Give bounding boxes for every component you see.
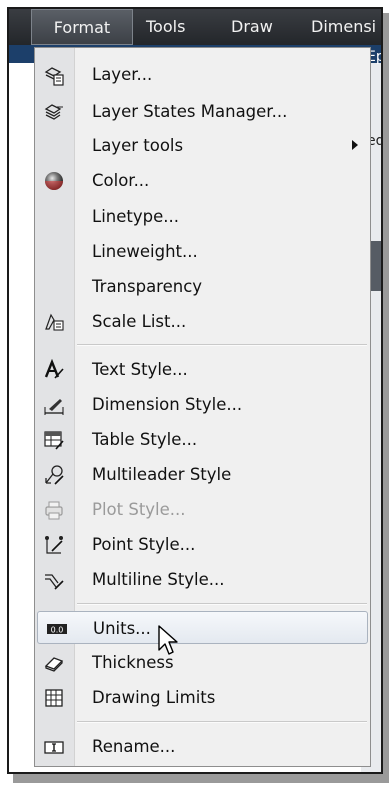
- menu-item-text-style[interactable]: Text Style...: [35, 353, 370, 386]
- menu-item-label: Scale List...: [92, 312, 187, 331]
- menu-item-layer[interactable]: Layer...: [35, 58, 370, 91]
- screenshot-frame: Format Tools Draw Dimensi Ep ed Layer...: [7, 7, 383, 774]
- menu-item-scale-list[interactable]: Scale List...: [35, 305, 370, 338]
- color-icon: [45, 172, 63, 190]
- menubar-tools[interactable]: Tools: [146, 9, 185, 45]
- menu-item-table-style[interactable]: Table Style...: [35, 423, 370, 456]
- dimension-style-icon: [44, 399, 64, 415]
- menu-item-rename[interactable]: Rename...: [35, 730, 370, 763]
- multiline-style-icon: [45, 574, 64, 590]
- layer-properties-icon: [44, 67, 64, 86]
- mouse-cursor-icon: [158, 625, 178, 655]
- menu-item-label: Lineweight...: [92, 242, 198, 261]
- scale-list-icon: [45, 313, 64, 331]
- point-style-icon: [45, 536, 63, 554]
- menu-item-label: Color...: [92, 171, 150, 190]
- menu-item-label: Point Style...: [92, 535, 196, 554]
- format-dropdown-menu: Layer... Layer States Manager... Layer t…: [34, 47, 371, 767]
- menu-separator: [77, 603, 367, 605]
- table-style-icon: [44, 431, 64, 450]
- menu-item-layer-tools[interactable]: Layer tools: [35, 129, 370, 162]
- menu-separator: [77, 721, 367, 723]
- layer-states-icon: [44, 104, 63, 120]
- multileader-style-icon: [45, 465, 64, 485]
- menu-item-label: Multiline Style...: [92, 570, 225, 589]
- menu-item-label: Drawing Limits: [92, 688, 216, 707]
- menu-item-label: Plot Style...: [92, 500, 186, 519]
- menu-item-label: Rename...: [92, 737, 176, 756]
- menubar-draw[interactable]: Draw: [231, 9, 273, 45]
- menu-item-color[interactable]: Color...: [35, 164, 370, 197]
- menubar-dimension[interactable]: Dimensi: [311, 9, 376, 45]
- menu-item-thickness[interactable]: Thickness: [35, 646, 370, 679]
- menu-item-label: Layer...: [92, 65, 153, 84]
- menu-item-lineweight[interactable]: Lineweight...: [35, 235, 370, 268]
- menu-item-layer-states-manager[interactable]: Layer States Manager...: [35, 95, 370, 128]
- menu-item-label: Linetype...: [92, 207, 179, 226]
- menu-item-point-style[interactable]: Point Style...: [35, 528, 370, 561]
- menu-item-units[interactable]: 0.0 Units...: [37, 611, 368, 644]
- menu-item-linetype[interactable]: Linetype...: [35, 200, 370, 233]
- menu-item-multileader-style[interactable]: Multileader Style: [35, 458, 370, 491]
- menu-item-multiline-style[interactable]: Multiline Style...: [35, 563, 370, 596]
- menubar-format[interactable]: Format: [31, 9, 133, 45]
- menu-item-label: Text Style...: [92, 360, 188, 379]
- menu-item-label: Transparency: [92, 277, 203, 296]
- submenu-arrow-icon: [352, 140, 358, 150]
- menu-item-label: Layer tools: [92, 136, 184, 155]
- drawing-limits-icon: [45, 689, 63, 707]
- menu-item-label: Multileader Style: [92, 465, 232, 484]
- text-style-icon: [44, 359, 64, 379]
- menu-item-label: Units...: [93, 619, 151, 638]
- menu-item-drawing-limits[interactable]: Drawing Limits: [35, 681, 370, 714]
- plot-style-icon: [45, 501, 63, 520]
- menu-item-plot-style: Plot Style...: [35, 493, 370, 526]
- rename-icon: [44, 741, 64, 754]
- units-icon: 0.0: [47, 624, 67, 635]
- menu-item-transparency[interactable]: Transparency: [35, 270, 370, 303]
- menu-separator: [77, 344, 367, 346]
- menu-item-label: Table Style...: [92, 430, 198, 449]
- menu-bar: Format Tools Draw Dimensi: [9, 9, 381, 45]
- menu-item-dimension-style[interactable]: Dimension Style...: [35, 388, 370, 421]
- thickness-icon: [44, 657, 64, 672]
- menu-item-label: Layer States Manager...: [92, 102, 288, 121]
- menu-item-label: Dimension Style...: [92, 395, 243, 414]
- svg-text:0.0: 0.0: [51, 626, 64, 635]
